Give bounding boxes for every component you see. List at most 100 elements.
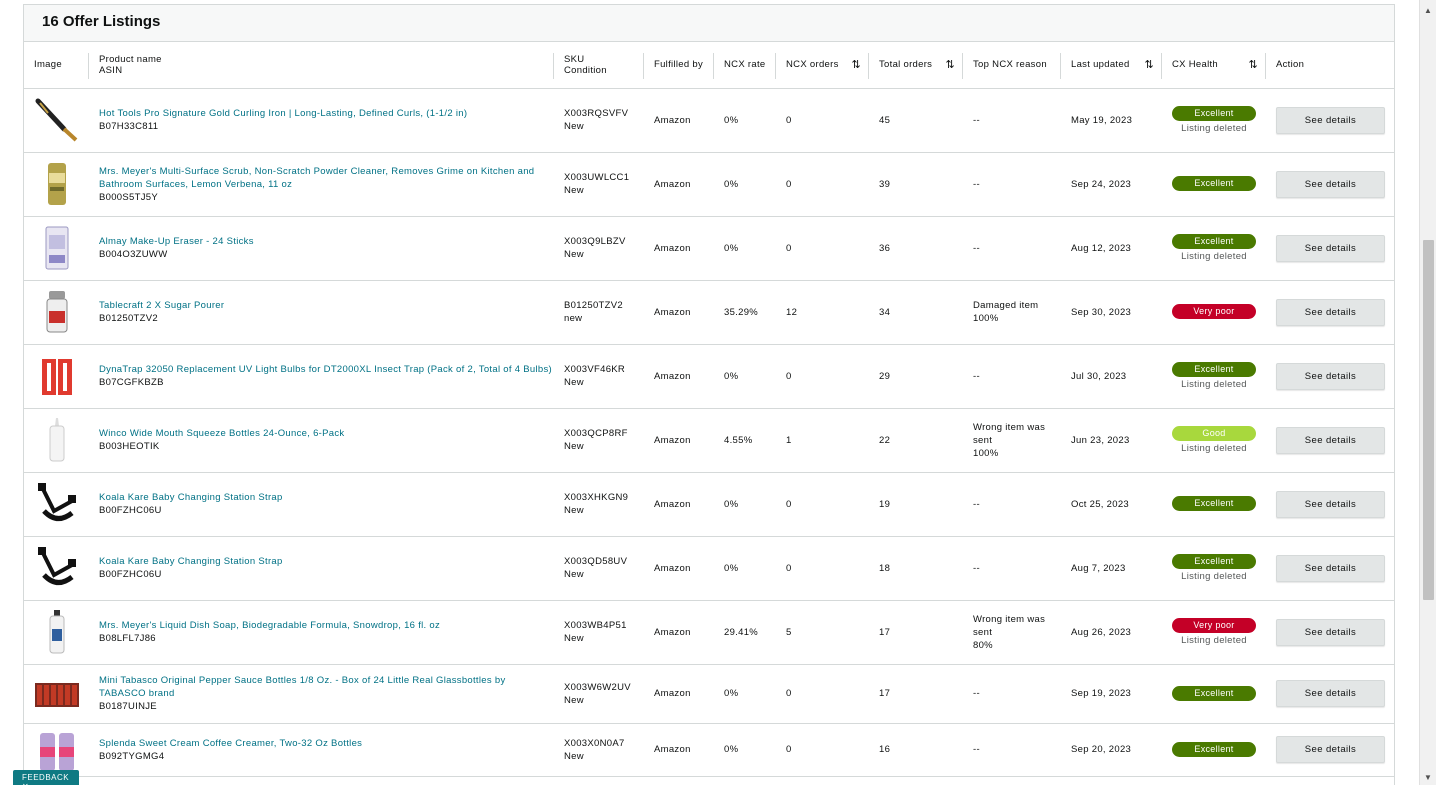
col-total-orders[interactable]: Total orders ⇅	[869, 42, 963, 88]
asin: B07CGFKBZB	[99, 377, 164, 388]
product-name-link[interactable]: Almay Make-Up Eraser - 24 Sticks	[99, 235, 554, 248]
action-cell: See details	[1266, 408, 1395, 472]
listing-deleted-label: Listing deleted	[1181, 634, 1247, 646]
product-name-link[interactable]: Mrs. Meyer's Liquid Dish Soap, Biodegrad…	[99, 619, 554, 632]
sauce-box-icon[interactable]	[34, 671, 80, 717]
see-details-button[interactable]: See details	[1276, 362, 1385, 390]
panel-title: 16 Offer Listings	[42, 13, 161, 30]
product-name-link[interactable]: DynaTrap 32050 Replacement UV Light Bulb…	[99, 363, 554, 376]
status-badge: Good	[1172, 425, 1256, 441]
fulfilled-by: Amazon	[654, 370, 691, 382]
product-name-link[interactable]: Mini Tabasco Original Pepper Sauce Bottl…	[99, 674, 554, 700]
reason-percent: 80%	[973, 639, 993, 651]
reason-text: --	[973, 688, 980, 699]
action-cell: See details	[1266, 280, 1395, 344]
bulb-pack-icon[interactable]	[34, 353, 80, 399]
product-cell: Mini Tabasco Original Pepper Sauce Bottl…	[89, 664, 554, 723]
creamer-bottles-icon[interactable]	[34, 727, 80, 773]
top-ncx-reason: Damaged item 100%	[963, 280, 1061, 344]
product-name-link[interactable]: Hot Tools Pro Signature Gold Curling Iro…	[99, 107, 554, 120]
strap-icon[interactable]	[34, 545, 80, 591]
action-cell: See details	[1266, 216, 1395, 280]
top-ncx-reason: --	[963, 88, 1061, 152]
product-name-link[interactable]: Koala Kare Baby Changing Station Strap	[99, 555, 554, 568]
status-badge: Excellent	[1172, 553, 1256, 569]
reason-text: --	[973, 178, 980, 190]
ncx-rate: 29.41%	[724, 626, 759, 638]
see-details-button[interactable]: See details	[1276, 426, 1385, 454]
action-cell: See details	[1266, 88, 1395, 152]
cx-health-cell: Excellent	[1162, 664, 1266, 723]
total-orders: 39	[879, 178, 891, 190]
sort-icon[interactable]: ⇅	[945, 58, 955, 71]
fulfilled-by: Amazon	[654, 562, 691, 574]
top-ncx-reason: --	[963, 472, 1061, 536]
col-cx-health[interactable]: CX Health ⇅	[1162, 42, 1266, 88]
asin: B000S5TJ5Y	[99, 191, 158, 203]
cx-health-cell: Excellent Listing deleted	[1162, 216, 1266, 280]
see-details-button[interactable]: See details	[1276, 234, 1385, 262]
product-name-link[interactable]: Tablecraft 2 X Sugar Pourer	[99, 299, 554, 312]
soap-bottle-icon[interactable]	[34, 609, 80, 655]
cx-health-cell: Excellent Listing deleted	[1162, 344, 1266, 408]
cleaner-can-icon[interactable]	[34, 161, 80, 207]
product-name-link[interactable]: Koala Kare Baby Changing Station Strap	[99, 491, 554, 504]
strap-icon[interactable]	[34, 481, 80, 527]
last-updated: Sep 20, 2023	[1071, 744, 1132, 755]
see-details-button[interactable]: See details	[1276, 170, 1385, 198]
squeeze-bottle-icon[interactable]	[34, 417, 80, 463]
sku: X003RQSVFV	[564, 108, 629, 119]
see-details-button[interactable]: See details	[1276, 106, 1385, 134]
feedback-button[interactable]: FEEDBACK ✕	[13, 770, 79, 785]
ncx-orders: 1	[786, 434, 792, 446]
last-updated: Aug 7, 2023	[1071, 562, 1126, 574]
top-ncx-reason: --	[963, 723, 1061, 776]
product-name-link[interactable]: Winco Wide Mouth Squeeze Bottles 24-Ounc…	[99, 427, 554, 440]
top-ncx-reason: --	[963, 344, 1061, 408]
reason-text: Wrong item was sent	[973, 421, 1046, 446]
product-name-link[interactable]: Splenda Sweet Cream Coffee Creamer, Two-…	[99, 737, 554, 750]
image-cell	[24, 472, 89, 536]
sort-icon[interactable]: ⇅	[1144, 58, 1154, 71]
product-name-link[interactable]: Mrs. Meyer's Multi-Surface Scrub, Non-Sc…	[99, 165, 554, 191]
ncx-orders: 0	[786, 744, 792, 755]
curling-iron-icon[interactable]	[34, 97, 80, 143]
scroll-up-arrow-icon[interactable]: ▲	[1424, 6, 1432, 15]
col-ncx-orders[interactable]: NCX orders ⇅	[776, 42, 869, 88]
sku-cell: X003QD58UV New	[554, 536, 644, 600]
condition: New	[564, 569, 584, 580]
action-cell: See details	[1266, 600, 1395, 664]
makeup-box-icon[interactable]	[34, 225, 80, 271]
col-last-updated[interactable]: Last updated ⇅	[1061, 42, 1162, 88]
vertical-scrollbar[interactable]: ▲ ▼	[1419, 0, 1436, 785]
sort-icon[interactable]: ⇅	[1248, 58, 1258, 71]
fulfilled-by: Amazon	[654, 434, 691, 446]
sku: X003WB4P51	[564, 620, 627, 631]
status-badge: Very poor	[1172, 617, 1256, 633]
offer-listings-table: Image Product name ASIN SKU Condition Fulf…	[24, 42, 1395, 777]
col-action: Action	[1276, 59, 1305, 71]
image-cell	[24, 723, 89, 776]
top-ncx-reason: --	[963, 152, 1061, 216]
see-details-button[interactable]: See details	[1276, 680, 1385, 707]
asin: B004O3ZUWW	[99, 249, 168, 260]
sugar-pourer-icon[interactable]	[34, 289, 80, 335]
reason-percent: 100%	[973, 447, 999, 459]
col-fulfilled-by: Fulfilled by	[644, 42, 714, 88]
see-details-button[interactable]: See details	[1276, 554, 1385, 582]
image-cell	[24, 536, 89, 600]
scrollbar-thumb[interactable]	[1423, 240, 1434, 600]
sort-icon[interactable]: ⇅	[851, 58, 861, 71]
scroll-down-arrow-icon[interactable]: ▼	[1424, 773, 1432, 782]
asin: B00FZHC06U	[99, 505, 162, 516]
see-details-button[interactable]: See details	[1276, 736, 1385, 763]
reason-text: --	[973, 498, 980, 510]
fulfilled-by: Amazon	[654, 498, 691, 510]
top-ncx-reason: --	[963, 216, 1061, 280]
condition: New	[564, 505, 584, 516]
see-details-button[interactable]: See details	[1276, 298, 1385, 326]
see-details-button[interactable]: See details	[1276, 618, 1385, 646]
ncx-orders: 5	[786, 626, 792, 638]
see-details-button[interactable]: See details	[1276, 490, 1385, 518]
asin: B08LFL7J86	[99, 633, 156, 644]
